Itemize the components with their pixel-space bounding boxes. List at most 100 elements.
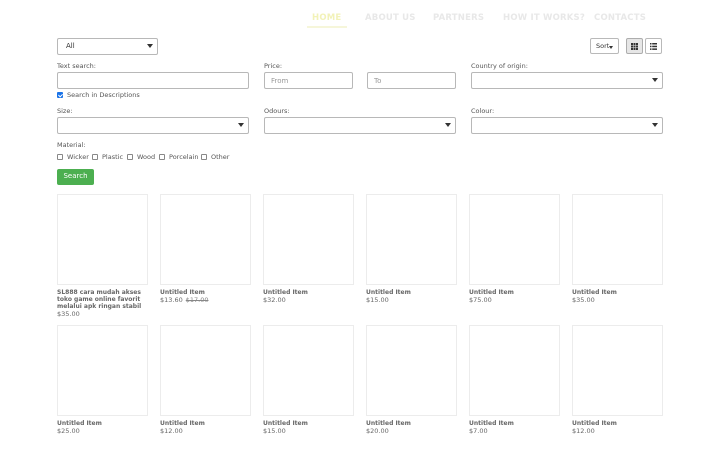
product-title[interactable]: Untitled Item	[263, 420, 354, 427]
product-price: $13.60 $17.00	[160, 296, 251, 304]
material-label-porcelain: Porcelain	[169, 153, 199, 161]
product-title[interactable]: Untitled Item	[572, 289, 663, 296]
price-to-input[interactable]: To	[367, 72, 456, 89]
product-card[interactable]: Untitled Item $20.00	[366, 325, 457, 435]
product-image[interactable]	[366, 194, 457, 285]
product-card[interactable]: Untitled Item $13.60 $17.00	[160, 194, 251, 304]
sort-label: Sort	[596, 42, 610, 50]
product-title[interactable]: Untitled Item	[263, 289, 354, 296]
product-price: $35.00	[57, 310, 148, 318]
product-image[interactable]	[57, 194, 148, 285]
material-checkbox-plastic[interactable]	[92, 154, 98, 160]
product-title[interactable]: SL888 cara mudah akses toko game online …	[57, 289, 148, 310]
price-value: $7.00	[469, 427, 488, 435]
price-value: $15.00	[366, 296, 389, 304]
product-title[interactable]: Untitled Item	[57, 420, 148, 427]
product-image[interactable]	[469, 194, 560, 285]
product-card[interactable]: SL888 cara mudah akses toko game online …	[57, 194, 148, 318]
product-title[interactable]: Untitled Item	[366, 420, 457, 427]
product-image[interactable]	[57, 325, 148, 416]
chevron-down-icon	[445, 123, 451, 127]
nav-contacts[interactable]: CONTACTS	[594, 13, 646, 23]
colour-label: Colour:	[471, 107, 495, 115]
price-value: $35.00	[57, 310, 80, 318]
country-select[interactable]	[471, 72, 663, 89]
product-image[interactable]	[263, 325, 354, 416]
product-image[interactable]	[263, 194, 354, 285]
price-value: $32.00	[263, 296, 286, 304]
price-from-input[interactable]: From	[264, 72, 353, 89]
old-price: $17.00	[185, 296, 209, 304]
material-checkbox-wicker[interactable]	[57, 154, 63, 160]
top-nav: HOME ABOUT US PARTNERS HOW IT WORKS? CON…	[0, 0, 720, 34]
grid-view-button[interactable]	[626, 38, 643, 54]
product-card[interactable]: Untitled Item $15.00	[366, 194, 457, 304]
product-image[interactable]	[160, 194, 251, 285]
product-card[interactable]: Untitled Item $25.00	[57, 325, 148, 435]
search-in-descriptions-checkbox[interactable]	[57, 92, 63, 98]
product-card[interactable]: Untitled Item $35.00	[572, 194, 663, 304]
nav-how-it-works[interactable]: HOW IT WORKS?	[503, 13, 585, 23]
product-card[interactable]: Untitled Item $12.00	[160, 325, 251, 435]
product-image[interactable]	[160, 325, 251, 416]
product-title[interactable]: Untitled Item	[469, 289, 560, 296]
product-price: $25.00	[57, 427, 148, 435]
price-value: $35.00	[572, 296, 595, 304]
product-price: $35.00	[572, 296, 663, 304]
text-search-label: Text search:	[57, 62, 96, 70]
product-card[interactable]: Untitled Item $7.00	[469, 325, 560, 435]
country-label: Country of origin:	[471, 62, 528, 70]
category-select[interactable]: All	[57, 38, 158, 55]
category-select-value: All	[66, 42, 75, 50]
nav-active-underline	[307, 26, 347, 28]
material-label-wicker: Wicker	[67, 153, 89, 161]
product-image[interactable]	[572, 325, 663, 416]
odours-select[interactable]	[264, 117, 456, 134]
search-button[interactable]: Search	[57, 169, 94, 185]
material-label-wood: Wood	[137, 153, 156, 161]
product-title[interactable]: Untitled Item	[469, 420, 560, 427]
product-image[interactable]	[469, 325, 560, 416]
material-label-other: Other	[211, 153, 230, 161]
size-label: Size:	[57, 107, 73, 115]
product-price: $7.00	[469, 427, 560, 435]
product-card[interactable]: Untitled Item $75.00	[469, 194, 560, 304]
product-title[interactable]: Untitled Item	[160, 420, 251, 427]
price-value: $15.00	[263, 427, 286, 435]
price-value: $75.00	[469, 296, 492, 304]
chevron-down-icon	[147, 44, 153, 48]
product-image[interactable]	[572, 194, 663, 285]
product-price: $15.00	[366, 296, 457, 304]
nav-about-us[interactable]: ABOUT US	[365, 13, 416, 23]
material-checkbox-other[interactable]	[201, 154, 207, 160]
caret-down-icon	[609, 46, 613, 49]
nav-home[interactable]: HOME	[312, 13, 341, 23]
product-price: $12.00	[160, 427, 251, 435]
sort-button[interactable]: Sort	[590, 38, 619, 54]
material-checkbox-wood[interactable]	[127, 154, 133, 160]
product-price: $75.00	[469, 296, 560, 304]
colour-select[interactable]	[471, 117, 663, 134]
product-title[interactable]: Untitled Item	[160, 289, 251, 296]
product-card[interactable]: Untitled Item $15.00	[263, 325, 354, 435]
price-from-placeholder: From	[271, 77, 289, 85]
price-value: $12.00	[572, 427, 595, 435]
product-image[interactable]	[366, 325, 457, 416]
size-select[interactable]	[57, 117, 249, 134]
material-label-plastic: Plastic	[102, 153, 124, 161]
search-in-descriptions-label: Search in Descriptions	[67, 91, 140, 99]
product-card[interactable]: Untitled Item $32.00	[263, 194, 354, 304]
material-checkbox-porcelain[interactable]	[159, 154, 165, 160]
product-price: $15.00	[263, 427, 354, 435]
chevron-down-icon	[652, 123, 658, 127]
product-title[interactable]: Untitled Item	[572, 420, 663, 427]
text-search-input[interactable]	[57, 72, 249, 89]
price-to-placeholder: To	[374, 77, 382, 85]
nav-partners[interactable]: PARTNERS	[433, 13, 484, 23]
search-button-label: Search	[63, 172, 88, 180]
list-view-button[interactable]	[645, 38, 662, 54]
product-card[interactable]: Untitled Item $12.00	[572, 325, 663, 435]
chevron-down-icon	[652, 78, 658, 82]
product-price: $32.00	[263, 296, 354, 304]
product-title[interactable]: Untitled Item	[366, 289, 457, 296]
